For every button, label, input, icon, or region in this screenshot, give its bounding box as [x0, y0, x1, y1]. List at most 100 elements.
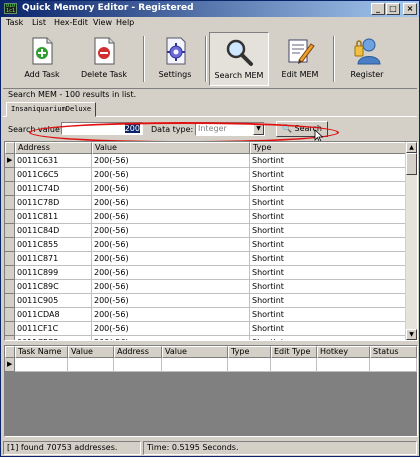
address-cell: 0011C84D: [15, 224, 92, 238]
app-icon: 010 1c1: [4, 3, 17, 14]
search-mem-button[interactable]: Search MEM: [209, 32, 269, 86]
row-indicator: [5, 168, 15, 182]
address-cell: 0011C74D: [15, 182, 92, 196]
row-indicator: [5, 294, 15, 308]
value-cell: 200(-56): [92, 238, 250, 252]
scroll-up-arrow-icon[interactable]: ▲: [406, 142, 417, 153]
tasks-grid[interactable]: Task Name Value Name Address Value Type …: [4, 345, 418, 437]
column-header-value-name[interactable]: Value Name: [68, 346, 114, 366]
title-bar[interactable]: 010 1c1 Quick Memory Editor - Registered…: [1, 1, 419, 17]
results-grid[interactable]: Address Value Type ▶ 0011C631 200(-56) Shor…: [4, 141, 418, 341]
scroll-thumb[interactable]: [406, 153, 417, 175]
toolbar-separator: [333, 36, 335, 82]
address-cell: 0011C905: [15, 294, 92, 308]
dropdown-arrow-icon[interactable]: ▼: [253, 123, 264, 135]
table-row[interactable]: 0011C6C5 200(-56) Shortint: [5, 168, 417, 182]
maximize-button[interactable]: □: [386, 3, 400, 15]
type-cell: Shortint: [250, 280, 407, 294]
type-cell: Shortint: [250, 210, 407, 224]
add-task-icon: [32, 37, 53, 65]
table-row[interactable]: 0011C811 200(-56) Shortint: [5, 210, 417, 224]
table-row[interactable]: 0011C855 200(-56) Shortint: [5, 238, 417, 252]
value-cell: 200(-56): [92, 322, 250, 336]
value-cell: 200(-56): [92, 294, 250, 308]
value-cell: 200(-56): [92, 182, 250, 196]
type-cell: Shortint: [250, 322, 407, 336]
close-button[interactable]: ×: [403, 3, 417, 15]
address-cell: 0011C6C5: [15, 168, 92, 182]
data-type-value: Integer: [198, 124, 227, 133]
row-indicator: [5, 266, 15, 280]
search-status-line: Search MEM - 100 results in list.: [3, 88, 417, 100]
settings-button[interactable]: Settings: [147, 32, 203, 86]
register-button[interactable]: Register: [338, 32, 396, 86]
process-tab[interactable]: InsaniquariumDeluxe: [6, 102, 97, 117]
column-header-status[interactable]: Status: [370, 346, 417, 358]
row-indicator: [5, 322, 15, 336]
type-cell: Shortint: [250, 238, 407, 252]
table-row[interactable]: 0011C905 200(-56) Shortint: [5, 294, 417, 308]
row-indicator: [5, 238, 15, 252]
table-row[interactable]: 0011C899 200(-56) Shortint: [5, 266, 417, 280]
menu-list[interactable]: List: [32, 18, 46, 27]
row-indicator: [5, 252, 15, 266]
table-row[interactable]: 0011CF1C 200(-56) Shortint: [5, 322, 417, 336]
search-value-text: 200: [124, 124, 140, 133]
found-count-panel: [1] found 70753 addresses.: [3, 441, 141, 455]
type-cell: Shortint: [250, 224, 407, 238]
toolbar-separator: [205, 36, 207, 82]
type-cell: Shortint: [250, 266, 407, 280]
column-header-edit-type[interactable]: Edit Type: [271, 346, 317, 358]
value-cell: 200(-56): [92, 154, 250, 168]
search-value-label: Search value:: [8, 125, 63, 134]
task-cell: [162, 358, 228, 372]
add-task-button[interactable]: Add Task: [13, 32, 71, 86]
data-type-select[interactable]: Integer ▼: [195, 122, 265, 136]
value-cell: 200(-56): [92, 336, 250, 340]
table-row[interactable]: 0011C74D 200(-56) Shortint: [5, 182, 417, 196]
table-row[interactable]: 0011C78D 200(-56) Shortint: [5, 196, 417, 210]
column-header-value[interactable]: Value: [92, 142, 250, 154]
results-scrollbar[interactable]: ▲ ▼: [405, 142, 417, 340]
task-cell: [114, 358, 162, 372]
value-cell: 200(-56): [92, 210, 250, 224]
column-header-address[interactable]: Address: [114, 346, 162, 358]
process-tab-strip: InsaniquariumDeluxe: [3, 101, 417, 117]
edit-mem-button[interactable]: Edit MEM: [271, 32, 329, 86]
tasks-empty-row[interactable]: ▶: [5, 358, 417, 372]
table-row[interactable]: 0011CFC8200(-56)Shortint: [5, 336, 417, 340]
table-row[interactable]: 0011CDA8 200(-56) Shortint: [5, 308, 417, 322]
column-header-type[interactable]: Type: [228, 346, 271, 358]
menu-task[interactable]: Task: [6, 18, 23, 27]
menu-help[interactable]: Help: [116, 18, 134, 27]
scroll-down-arrow-icon[interactable]: ▼: [406, 329, 417, 340]
task-cell: [271, 358, 317, 372]
minimize-button[interactable]: _: [371, 3, 385, 15]
tasks-header: Task Name Value Name Address Value Type …: [5, 346, 417, 366]
row-pointer-icon: ▶: [5, 358, 15, 372]
column-header-hotkey[interactable]: Hotkey: [317, 346, 370, 358]
toolbar-separator: [143, 36, 145, 82]
task-cell: [15, 358, 68, 372]
column-header-value[interactable]: Value: [162, 346, 228, 358]
row-indicator: [5, 308, 15, 322]
search-value-input[interactable]: 200: [61, 122, 143, 135]
table-row[interactable]: 0011C871 200(-56) Shortint: [5, 252, 417, 266]
column-header-type[interactable]: Type: [250, 142, 407, 154]
table-row[interactable]: ▶ 0011C631 200(-56) Shortint: [5, 154, 417, 168]
column-header-task-name[interactable]: Task Name: [15, 346, 68, 358]
row-pointer-icon: ▶: [5, 154, 15, 168]
address-cell: 0011CDA8: [15, 308, 92, 322]
column-header-address[interactable]: Address: [15, 142, 92, 154]
row-indicator: [5, 336, 15, 340]
table-row[interactable]: 0011C84D 200(-56) Shortint: [5, 224, 417, 238]
value-cell: 200(-56): [92, 196, 250, 210]
search-mem-icon: [226, 39, 253, 66]
menu-hex-edit[interactable]: Hex-Edit: [54, 18, 88, 27]
value-cell: 200(-56): [92, 252, 250, 266]
table-row[interactable]: 0011C89C 200(-56) Shortint: [5, 280, 417, 294]
delete-task-icon: [94, 37, 115, 65]
menu-view[interactable]: View: [93, 18, 112, 27]
delete-task-button[interactable]: Delete Task: [73, 32, 135, 86]
header-indicator: [5, 142, 15, 154]
